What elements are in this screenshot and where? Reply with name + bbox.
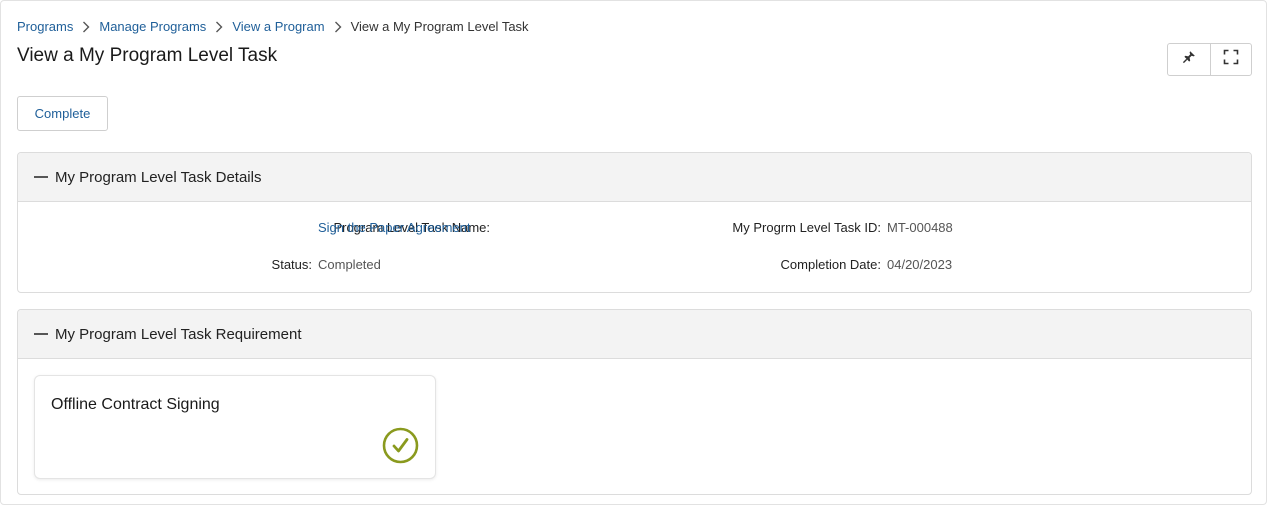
task-id-label: My Progrm Level Task ID: [732, 220, 881, 235]
top-actions [1167, 43, 1252, 76]
requirement-section-title: My Program Level Task Requirement [55, 325, 302, 343]
details-section: My Program Level Task Details Program Le… [17, 152, 1252, 293]
completion-date-value: 04/20/2023 [887, 257, 953, 272]
complete-button[interactable]: Complete [17, 96, 108, 131]
completion-date-field: Completion Date: [18, 257, 887, 272]
requirement-section-header[interactable]: My Program Level Task Requirement [18, 310, 1251, 359]
requirement-card[interactable]: Offline Contract Signing [34, 375, 436, 479]
breadcrumb: Programs Manage Programs View a Program … [17, 19, 529, 34]
details-section-title: My Program Level Task Details [55, 168, 262, 186]
fullscreen-button[interactable] [1209, 44, 1252, 75]
breadcrumb-programs[interactable]: Programs [17, 19, 73, 34]
task-id-field: My Progrm Level Task ID: [18, 220, 887, 235]
chevron-right-icon [325, 20, 351, 34]
completion-date-value-wrap: 04/20/2023 [887, 257, 952, 272]
check-circle-icon [382, 427, 419, 464]
page: Programs Manage Programs View a Program … [0, 0, 1267, 505]
requirement-card-title: Offline Contract Signing [51, 396, 220, 413]
page-title: View a My Program Level Task [17, 45, 278, 66]
collapse-icon [34, 327, 48, 341]
task-id-value-wrap: MT-000488 [887, 220, 953, 235]
collapse-icon [34, 170, 48, 184]
expand-icon [1223, 49, 1239, 70]
breadcrumb-view-program[interactable]: View a Program [232, 19, 324, 34]
pin-button[interactable] [1168, 44, 1210, 75]
completion-date-label: Completion Date: [780, 257, 881, 272]
breadcrumb-current: View a My Program Level Task [350, 19, 529, 34]
task-id-value: MT-000488 [887, 220, 953, 235]
chevron-right-icon [73, 20, 99, 34]
requirement-section: My Program Level Task Requirement Offlin… [17, 309, 1252, 495]
details-section-header[interactable]: My Program Level Task Details [18, 153, 1251, 202]
breadcrumb-manage-programs[interactable]: Manage Programs [99, 19, 206, 34]
pin-icon [1182, 50, 1196, 69]
chevron-right-icon [206, 20, 232, 34]
